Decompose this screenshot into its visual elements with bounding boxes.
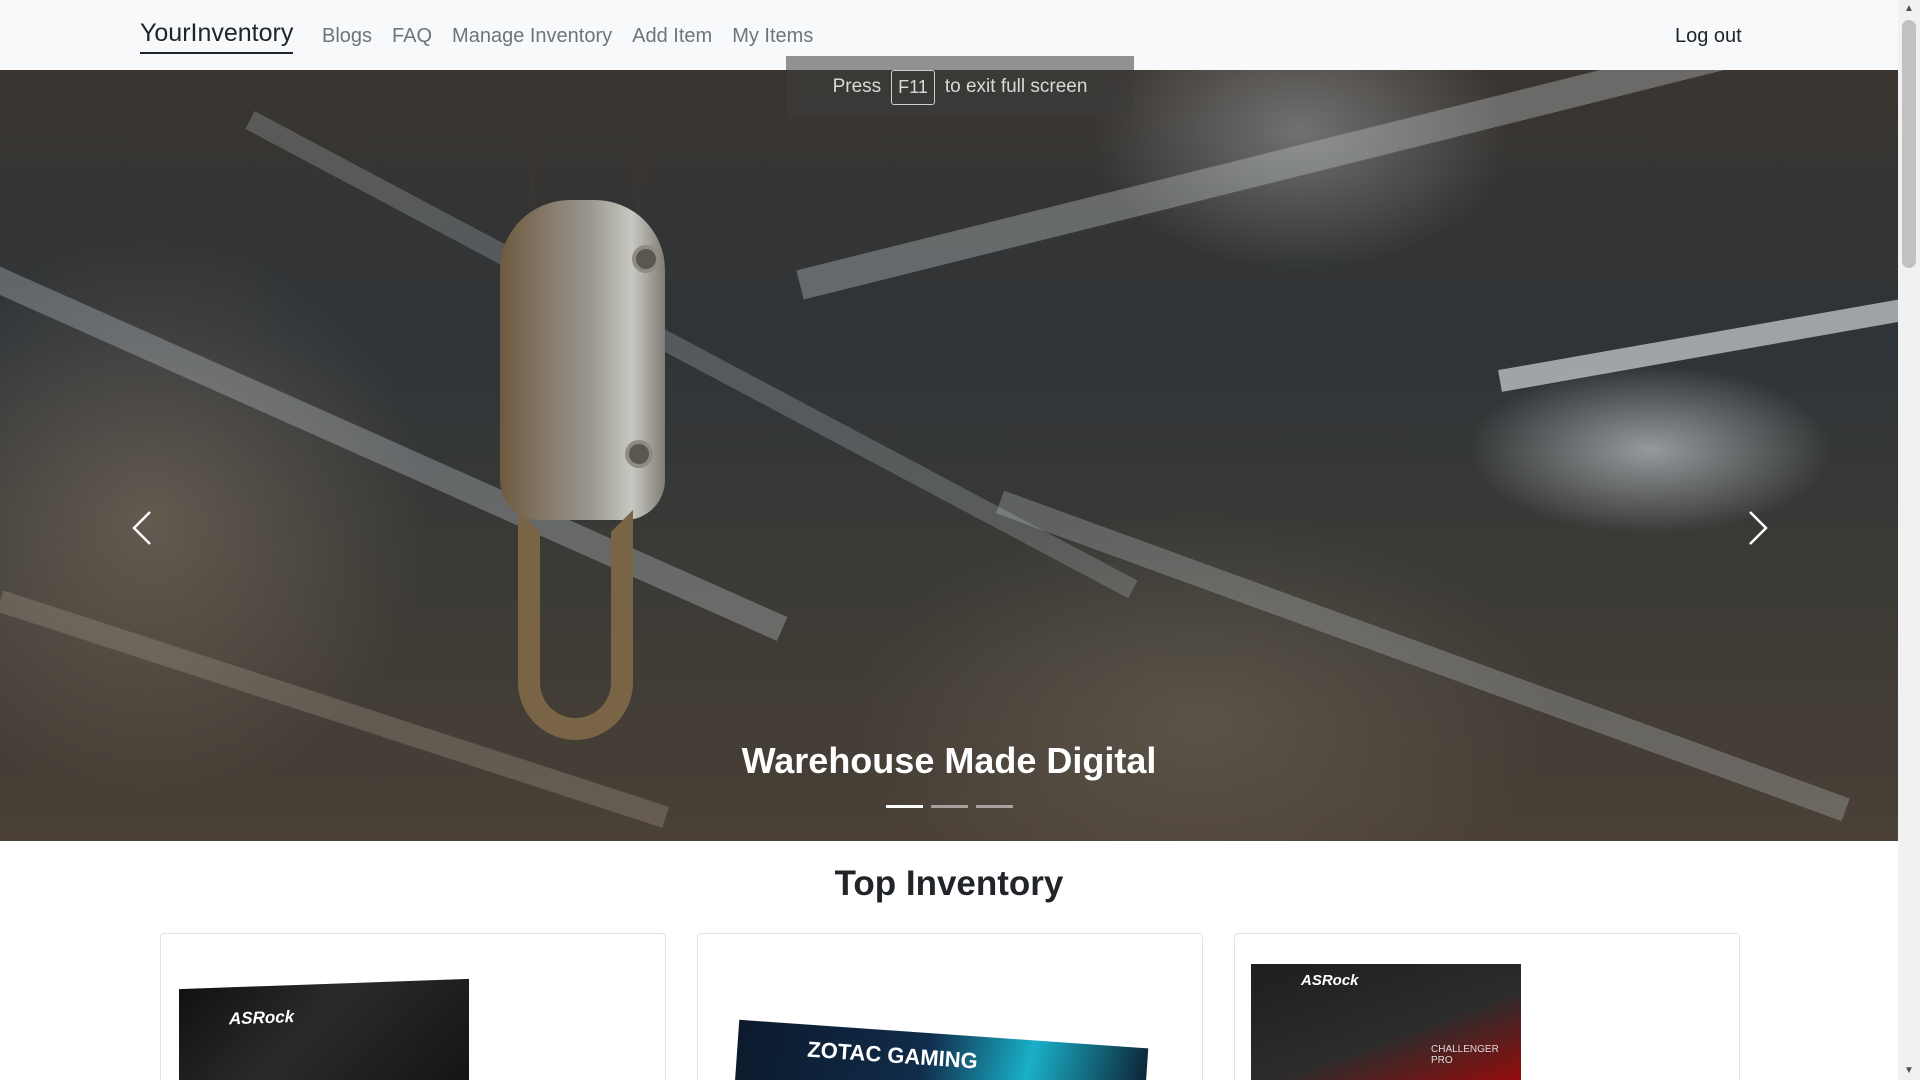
fullscreen-notice-prefix: Press [832,76,882,97]
carousel-indicator[interactable] [886,805,923,808]
chevron-left-icon [132,511,151,545]
carousel-indicator[interactable] [931,805,968,808]
fullscreen-notice: Press F11 to exit full screen [786,56,1134,118]
nav-links: Blogs FAQ Manage Inventory Add Item My I… [322,22,833,50]
carousel-prev-button[interactable] [128,508,158,548]
product-image: ASRock CHALLENGER PRO [1251,964,1521,1080]
hero-caption: Warehouse Made Digital [741,740,1157,781]
scroll-down-icon[interactable]: ▼ [1903,1066,1915,1076]
carousel-next-button[interactable] [1742,508,1772,548]
section-title: Top Inventory [834,864,1064,903]
product-image: ZOTAC GAMING [733,1019,1149,1080]
inventory-card[interactable]: ASRock CHALLENGER PRO [1234,933,1740,1080]
scroll-up-icon[interactable]: ▲ [1903,4,1915,14]
fullscreen-notice-suffix: to exit full screen [944,76,1088,97]
nav-link-manage-inventory[interactable]: Manage Inventory [452,22,612,50]
fullscreen-key: F11 [891,69,935,105]
scrollbar-thumb[interactable] [1902,20,1916,268]
product-sub-text: CHALLENGER PRO [1431,1044,1499,1066]
brand-logo[interactable]: YourInventory [140,18,294,54]
product-brand-text: ZOTAC GAMING [806,1036,979,1074]
carousel-indicator[interactable] [976,805,1013,808]
inventory-card[interactable]: ASRock [160,933,666,1080]
nav-link-blogs[interactable]: Blogs [322,22,372,50]
product-image: ASRock [179,978,469,1080]
hero-carousel [0,70,1898,841]
chevron-right-icon [1749,511,1768,545]
inventory-card[interactable]: ZOTAC GAMING [697,933,1203,1080]
product-brand-text: ASRock [1301,972,1359,989]
logout-button[interactable]: Log out [1675,22,1742,50]
nav-link-faq[interactable]: FAQ [392,22,432,50]
nav-link-add-item[interactable]: Add Item [632,22,712,50]
carousel-indicators [886,805,1013,808]
product-brand-text: ASRock [229,1007,295,1029]
nav-link-my-items[interactable]: My Items [732,22,813,50]
